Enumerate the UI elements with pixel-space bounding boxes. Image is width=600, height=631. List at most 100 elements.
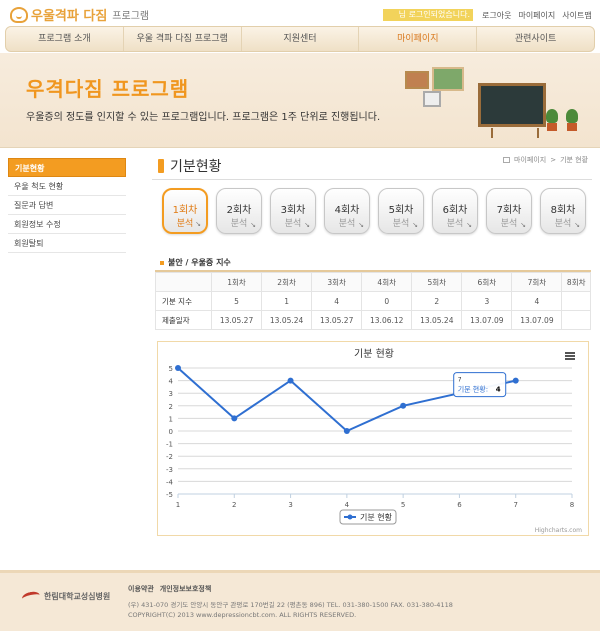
copyright-text: COPYRIGHT(C) 2013 www.depressioncbt.com.… xyxy=(128,611,357,619)
session-button-8[interactable]: 8회차 분석 ↘ xyxy=(540,188,586,234)
sidebar-item-edit-profile[interactable]: 회원정보 수정 xyxy=(8,215,126,234)
sidebar-item-qna[interactable]: 질문과 답변 xyxy=(8,196,126,215)
session-number: 3회차 xyxy=(280,205,306,216)
session-button-7[interactable]: 7회차 분석 ↘ xyxy=(486,188,532,234)
nav-item-support[interactable]: 지원센터 xyxy=(242,27,360,51)
main-nav: 프로그램 소개 우울 격파 다짐 프로그램 지원센터 마이페이지 관련사이트 xyxy=(5,26,595,52)
table-header-cell: 1회차 xyxy=(210,272,263,292)
table-cell xyxy=(561,310,591,330)
data-point xyxy=(343,428,350,434)
breadcrumb-item[interactable]: 마이페이지 xyxy=(514,155,546,165)
table-cell: 13.05.24 xyxy=(261,310,313,330)
data-point xyxy=(287,377,294,384)
terms-link[interactable]: 이용약관 xyxy=(128,584,154,594)
x-tick-label: 6 xyxy=(457,501,462,509)
title-divider xyxy=(152,179,592,180)
arrow-icon: ↘ xyxy=(358,221,364,229)
table-header-cell: 3회차 xyxy=(311,272,363,292)
menu-icon[interactable] xyxy=(565,352,575,360)
legend-label: 기분 현황 xyxy=(360,512,393,522)
pot-icon xyxy=(567,123,577,131)
table-cell: 2 xyxy=(411,291,463,311)
privacy-link[interactable]: 개인정보보호정책 xyxy=(160,584,212,594)
nav-item-program-intro[interactable]: 프로그램 소개 xyxy=(6,27,124,51)
logo-subtext: 프로그램 xyxy=(112,11,150,22)
table-cell: 5 xyxy=(210,291,263,311)
breadcrumb: 마이페이지 > 기분 현황 xyxy=(503,155,588,165)
page-banner: 우격다짐 프로그램 우울증의 정도를 인지할 수 있는 프로그램입니다. 프로그… xyxy=(0,53,600,148)
logo-text: 우울격파 다짐 xyxy=(31,9,108,24)
data-point xyxy=(400,402,407,409)
y-tick-label: 1 xyxy=(169,415,173,423)
session-button-5[interactable]: 5회차 분석 ↘ xyxy=(378,188,424,234)
address-text: (우) 431-070 경기도 안양시 동안구 관평로 170번길 22 (평촌… xyxy=(128,601,453,609)
nav-item-related[interactable]: 관련사이트 xyxy=(477,27,594,51)
data-point xyxy=(175,365,181,371)
table-cell: 13.05.27 xyxy=(210,310,263,330)
sidebar-item-withdraw[interactable]: 회원탈퇴 xyxy=(8,234,126,253)
logo-icon xyxy=(10,6,28,23)
x-tick-label: 8 xyxy=(570,501,574,509)
section-heading: 불안 / 우울증 지수 xyxy=(160,257,231,268)
session-buttons: 1회차 분석 ↘ 2회차 분석 ↘ 3회차 분석 ↘ 4회차 분석 ↘ 5회차 분석 ↘ 6회차 분석… xyxy=(162,188,586,234)
table-cell xyxy=(561,291,591,311)
banner-description: 우울증의 정도를 인지할 수 있는 프로그램입니다. 프로그램은 1주 단위로 … xyxy=(26,112,381,123)
x-tick-label: 5 xyxy=(401,501,405,509)
session-number: 5회차 xyxy=(388,205,414,216)
landscape-frame-icon xyxy=(432,67,464,91)
session-button-2[interactable]: 2회차 분석 ↘ xyxy=(216,188,262,234)
mypage-link[interactable]: 마이페이지 xyxy=(518,10,555,21)
chart-canvas: 기분 현황-5-4-3-2-10123451 2 3 4 5 6 7 87기분 현황: 4기분 … xyxy=(166,348,582,534)
sitemap-link[interactable]: 사이트맵 xyxy=(562,10,591,21)
row-label: 제출일자 xyxy=(155,310,212,330)
y-tick-label: 5 xyxy=(169,365,173,373)
y-tick-label: 3 xyxy=(169,390,173,398)
nav-item-program[interactable]: 우울 격파 다짐 프로그램 xyxy=(124,27,242,51)
sidebar-item-depression-scale[interactable]: 우울 척도 현황 xyxy=(8,177,126,196)
sidebar-item-mood-status[interactable]: 기분현황 xyxy=(8,158,126,177)
home-icon[interactable] xyxy=(503,157,510,163)
table-cell: 4 xyxy=(311,291,363,311)
pot-icon xyxy=(547,123,557,131)
table-header-cell: 2회차 xyxy=(261,272,313,292)
logout-link[interactable]: 로그아웃 xyxy=(482,10,511,21)
nav-item-mypage[interactable]: 마이페이지 xyxy=(359,27,478,51)
session-button-3[interactable]: 3회차 분석 ↘ xyxy=(270,188,316,234)
login-status: 님 로그인되었습니다. xyxy=(383,9,473,21)
arrow-icon: ↘ xyxy=(412,221,418,229)
top-links: 로그아웃 마이페이지 사이트맵 xyxy=(482,10,592,21)
footer: 한림대학교성심병원 이용약관 개인정보보호정책 (우) 431-070 경기도 … xyxy=(0,570,600,631)
table-row: 제출일자 13.05.27 13.05.24 13.05.27 13.06.12… xyxy=(155,310,591,330)
session-button-1[interactable]: 1회차 분석 ↘ xyxy=(162,188,208,234)
tooltip-value: 4 xyxy=(496,386,501,394)
y-tick-label: 2 xyxy=(169,403,173,411)
data-point xyxy=(512,377,519,384)
picture-frame-icon xyxy=(405,71,429,89)
footer-logo-text: 한림대학교성심병원 xyxy=(44,592,111,601)
table-cell: 13.07.09 xyxy=(461,310,513,330)
table-cell: 13.06.12 xyxy=(361,310,413,330)
breadcrumb-current: 기분 현황 xyxy=(560,156,589,164)
session-number: 1회차 xyxy=(172,205,198,216)
small-frame-icon xyxy=(423,91,441,107)
arrow-icon: ↘ xyxy=(250,221,256,229)
arrow-icon: ↘ xyxy=(195,220,201,228)
tooltip-x-label: 7 xyxy=(458,377,462,384)
score-table: 1회차 2회차 3회차 4회차 5회차 6회차 7회차 8회차 기분 지수 5 … xyxy=(155,272,591,330)
table-header-cell: 7회차 xyxy=(511,272,563,292)
footer-address: (우) 431-070 경기도 안양시 동안구 관평로 170번길 22 (평촌… xyxy=(128,600,453,620)
session-button-4[interactable]: 4회차 분석 ↘ xyxy=(324,188,370,234)
chalkboard-illustration xyxy=(478,83,546,138)
arrow-icon: ↘ xyxy=(520,221,526,229)
session-button-6[interactable]: 6회차 분석 ↘ xyxy=(432,188,478,234)
x-tick-label: 3 xyxy=(288,501,292,509)
table-header-cell: 8회차 xyxy=(561,272,591,292)
legend-marker xyxy=(347,514,353,520)
session-number: 2회차 xyxy=(226,205,252,216)
site-logo[interactable]: 우울격파 다짐 프로그램 xyxy=(10,5,149,24)
tooltip-series-label: 기분 현황: xyxy=(458,385,488,394)
arrow-icon: ↘ xyxy=(466,221,472,229)
x-tick-label: 1 xyxy=(176,501,180,509)
breadcrumb-separator: > xyxy=(550,156,557,164)
mood-chart: 기분 현황 -5 -4 -3 -2 -1 0 1 2 3 4 5 1 2 3 4 5 6 7 8 7 기분 현황: 4 기분 … xyxy=(157,341,589,536)
